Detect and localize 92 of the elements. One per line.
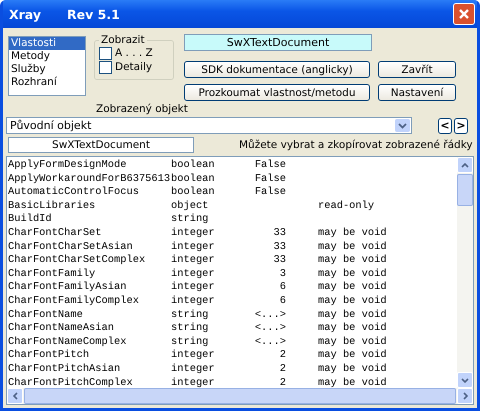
property-name: CharFontPitch	[8, 349, 90, 363]
property-type: integer	[171, 376, 216, 388]
close-icon	[458, 8, 470, 20]
property-type: boolean	[171, 159, 216, 173]
property-note: may be void	[318, 226, 387, 241]
property-note: may be void	[318, 294, 387, 309]
group-title: Zobrazit	[100, 34, 146, 46]
close-button[interactable]	[453, 3, 475, 25]
property-note: may be void	[318, 308, 387, 322]
property-note: may be void	[318, 254, 387, 268]
property-name: CharFontName	[8, 308, 84, 322]
view-list-item[interactable]: Rozhraní	[9, 76, 85, 89]
shown-object-label: Zobrazený objekt	[96, 103, 189, 115]
checkbox[interactable]	[99, 46, 112, 60]
window-title: Xray	[9, 6, 42, 22]
property-type: integer	[171, 281, 216, 295]
checkbox-label: A . . . Z	[115, 47, 153, 59]
view-list-item[interactable]: Metody	[9, 50, 85, 63]
property-type: integer	[171, 268, 216, 282]
property-name: CharFontNameAsian	[8, 322, 116, 336]
property-name: CharFontPitchComplex	[8, 376, 134, 388]
property-value: 2	[280, 376, 286, 388]
property-type: string	[171, 308, 210, 322]
checkbox[interactable]	[99, 60, 112, 74]
property-name: CharFontFamilyAsian	[8, 281, 128, 295]
property-note: read-only	[318, 200, 374, 214]
property-type: string	[171, 213, 210, 227]
property-name: CharFontFamilyComplex	[8, 294, 140, 309]
property-type: integer	[171, 226, 216, 241]
property-value: 33	[274, 254, 286, 266]
scroll-thumb[interactable]	[457, 174, 473, 206]
property-note: may be void	[318, 240, 387, 254]
type-field: SwXTextDocument	[8, 137, 194, 153]
property-type: integer	[171, 294, 216, 309]
nav-button[interactable]: <	[438, 118, 452, 134]
property-value: 33	[274, 240, 286, 253]
dialog-button[interactable]: Zavřít	[378, 61, 456, 78]
property-value: 6	[280, 294, 286, 307]
property-name: CharFontFamily	[8, 268, 96, 282]
property-value: <...>	[254, 336, 286, 348]
property-value: <...>	[254, 308, 286, 321]
property-value: False	[254, 172, 286, 185]
dialog-button[interactable]: Prozkoumat vlastnost/metodu	[184, 84, 370, 101]
property-name: BuildId	[8, 213, 53, 227]
property-value: 6	[280, 281, 286, 294]
property-note: may be void	[318, 322, 387, 336]
scroll-right-icon[interactable]	[457, 388, 473, 404]
property-type: boolean	[171, 172, 216, 186]
property-value: False	[254, 159, 286, 171]
scroll-left-icon[interactable]	[7, 388, 23, 404]
property-name: ApplyWorkaroundForB6375613	[8, 172, 171, 186]
dialog-button[interactable]: Nastavení	[378, 84, 456, 101]
vertical-scrollbar[interactable]	[457, 157, 473, 388]
property-note: may be void	[318, 281, 387, 295]
property-note: may be void	[318, 268, 387, 282]
property-type: integer	[171, 362, 216, 376]
property-type: string	[171, 336, 210, 350]
property-type: integer	[171, 349, 216, 363]
property-name: CharFontPitchAsian	[8, 362, 122, 376]
property-type: integer	[171, 240, 216, 254]
view-list-item[interactable]: Vlastosti	[9, 37, 85, 50]
property-value: 2	[280, 349, 286, 362]
property-type: boolean	[171, 186, 216, 200]
checkbox-label: Detaily	[115, 61, 152, 73]
property-note: may be void	[318, 376, 387, 388]
property-value: 3	[280, 268, 286, 280]
nav-button[interactable]: >	[454, 118, 468, 134]
scroll-up-icon[interactable]	[457, 157, 473, 173]
property-name: CharFontCharSet	[8, 226, 103, 241]
property-type: integer	[171, 254, 216, 268]
property-type: string	[171, 322, 210, 336]
property-name: CharFontNameComplex	[8, 336, 128, 350]
property-note: may be void	[318, 336, 387, 350]
property-name: BasicLibraries	[8, 200, 96, 214]
object-dropdown[interactable]: Původní objekt	[6, 117, 412, 134]
property-value: 33	[274, 226, 286, 239]
hint-text: Můžete vybrat a zkopírovat zobrazené řádky	[239, 139, 473, 151]
property-note: may be void	[318, 362, 387, 376]
property-name: AutomaticControlFocus	[8, 186, 140, 200]
property-name: ApplyFormDesignMode	[8, 159, 128, 173]
version-label: Rev 5.1	[67, 6, 120, 22]
scroll-down-icon[interactable]	[457, 372, 473, 388]
dialog-button[interactable]: SDK dokumentace (anglicky)	[184, 61, 370, 78]
property-note: may be void	[318, 349, 387, 363]
property-type: object	[171, 200, 210, 214]
property-name: CharFontCharSetComplex	[8, 254, 146, 268]
property-value: 2	[280, 362, 286, 375]
view-list-item[interactable]: Služby	[9, 63, 85, 76]
property-value: <...>	[254, 322, 286, 334]
property-name: CharFontCharSetAsian	[8, 240, 134, 254]
property-value: False	[254, 186, 286, 198]
object-name-field: SwXTextDocument	[184, 34, 372, 51]
